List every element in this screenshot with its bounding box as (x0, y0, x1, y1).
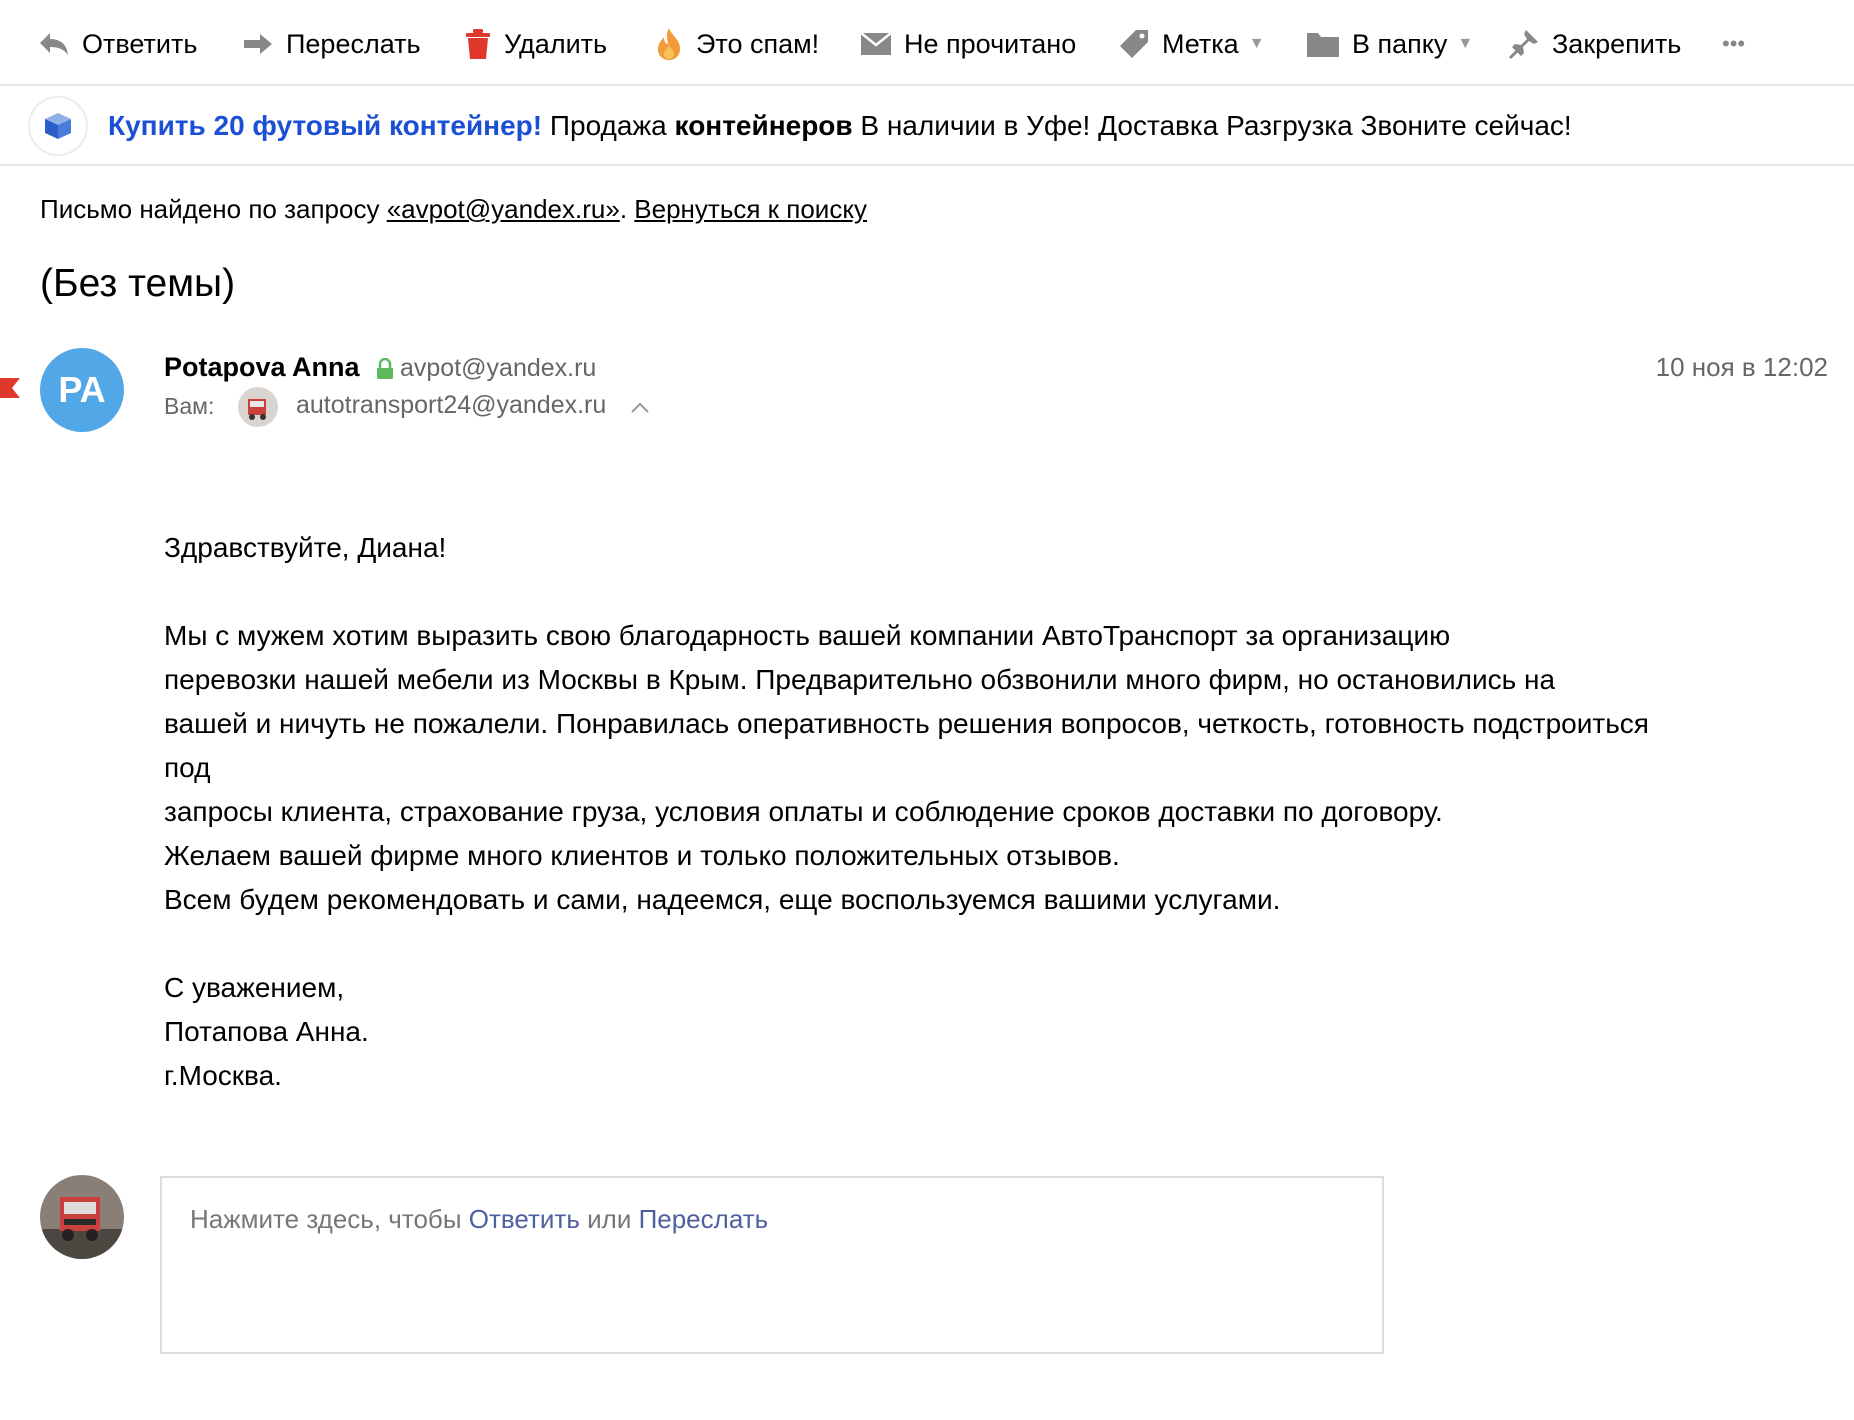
ad-text: Купить 20 футовый контейнер! Продажа кон… (108, 110, 1572, 142)
body-line (164, 922, 1784, 966)
body-line: Желаем вашей фирме много клиентов и толь… (164, 840, 1120, 871)
ad-banner: Купить 20 футовый контейнер! Продажа кон… (0, 88, 1854, 166)
reply-icon (40, 33, 68, 55)
unread-label: Не прочитано (904, 28, 1077, 59)
move-to-folder-button[interactable]: В папку ▼ (1306, 22, 1473, 66)
delete-button[interactable]: Удалить (464, 22, 607, 66)
chevron-up-icon[interactable] (630, 402, 650, 414)
ad-text-bold: контейнеров (674, 110, 853, 141)
envelope-icon (860, 32, 892, 55)
body-line (164, 570, 1784, 614)
quick-reply-hint: Нажмите здесь, чтобы Ответить или Пересл… (190, 1204, 768, 1235)
sender-name[interactable]: Potapova Anna (164, 352, 360, 383)
pin-icon (1508, 30, 1538, 60)
container-cube-icon (45, 113, 71, 139)
recipient-avatar (238, 387, 278, 427)
label-label: Метка (1162, 28, 1239, 59)
body-line: под (164, 752, 211, 783)
folder-icon (1307, 33, 1339, 57)
sender-email-text: avpot@yandex.ru (400, 354, 597, 382)
toolbar: Ответить Переслать Удалить Это спам! Не … (0, 0, 1854, 86)
body-line: Потапова Анна. (164, 1016, 369, 1047)
folder-label: В папку (1352, 28, 1448, 59)
body-line: запросы клиента, страхование груза, усло… (164, 796, 1443, 827)
caret-down-icon: ▼ (1248, 35, 1265, 52)
more-dots-icon: ••• (1722, 31, 1746, 56)
trash-icon (466, 29, 490, 59)
reply-button[interactable]: Ответить (38, 22, 197, 66)
more-button[interactable]: ••• (1722, 22, 1745, 66)
important-flag-icon[interactable] (0, 378, 20, 398)
message-body: Здравствуйте, Диана! Мы с мужем хотим вы… (164, 526, 1784, 1098)
body-line: перевозки нашей мебели из Москвы в Крым.… (164, 664, 1556, 695)
recipient-email[interactable]: autotransport24@yandex.ru (296, 391, 606, 420)
back-to-search-link[interactable]: Вернуться к поиску (634, 194, 867, 224)
ad-text-part: В наличии в Уфе! Доставка Разгрузка Звон… (860, 110, 1572, 141)
spam-button[interactable]: Это спам! (654, 22, 819, 66)
message-subject: (Без темы) (40, 262, 236, 305)
user-avatar (40, 1175, 124, 1259)
search-notice: Письмо найдено по запросу «avpot@yandex.… (40, 194, 867, 225)
message-date: 10 ноя в 12:02 (1655, 352, 1828, 382)
body-line: Мы с мужем хотим выразить свою благодарн… (164, 620, 1451, 651)
reply-hint-prefix: Нажмите здесь, чтобы (190, 1204, 462, 1234)
fire-icon (658, 28, 680, 60)
pin-label: Закрепить (1552, 28, 1682, 59)
delete-label: Удалить (504, 28, 608, 59)
reply-hint-or: или (587, 1204, 632, 1234)
search-notice-separator: . (619, 194, 628, 224)
quick-forward-link[interactable]: Переслать (639, 1204, 769, 1234)
lock-icon (377, 357, 393, 379)
ad-text-part: Продажа (549, 110, 667, 141)
spam-label: Это спам! (696, 28, 820, 59)
recipient-label: Вам: (164, 393, 215, 419)
mark-unread-button[interactable]: Не прочитано (860, 22, 1076, 66)
body-line: Здравствуйте, Диана! (164, 532, 447, 563)
truck-avatar-icon (40, 1175, 124, 1259)
pin-button[interactable]: Закрепить (1508, 22, 1681, 66)
forward-label: Переслать (286, 28, 421, 59)
ad-logo (28, 96, 88, 156)
ad-link[interactable]: Купить 20 футовый контейнер! (108, 110, 542, 141)
forward-arrow-icon (244, 34, 272, 54)
search-query-link[interactable]: «avpot@yandex.ru» (387, 194, 620, 224)
truck-avatar-icon (238, 387, 278, 427)
forward-button[interactable]: Переслать (242, 22, 421, 66)
body-line: г.Москва. (164, 1060, 282, 1091)
tag-icon (1120, 30, 1148, 58)
caret-down-icon: ▼ (1457, 35, 1474, 52)
search-notice-prefix: Письмо найдено по запросу (40, 194, 380, 224)
quick-reply-link[interactable]: Ответить (469, 1204, 580, 1234)
sender-email[interactable]: avpot@yandex.ru (376, 354, 596, 383)
label-button[interactable]: Метка ▼ (1118, 22, 1265, 66)
body-line: вашей и ничуть не пожалели. Понравилась … (164, 708, 1649, 739)
body-line: Всем будем рекомендовать и сами, надеемс… (164, 884, 1281, 915)
reply-label: Ответить (82, 28, 198, 59)
quick-reply-box[interactable]: Нажмите здесь, чтобы Ответить или Пересл… (160, 1176, 1384, 1354)
sender-avatar[interactable]: PA (40, 348, 124, 432)
body-line: С уважением, (164, 972, 345, 1003)
